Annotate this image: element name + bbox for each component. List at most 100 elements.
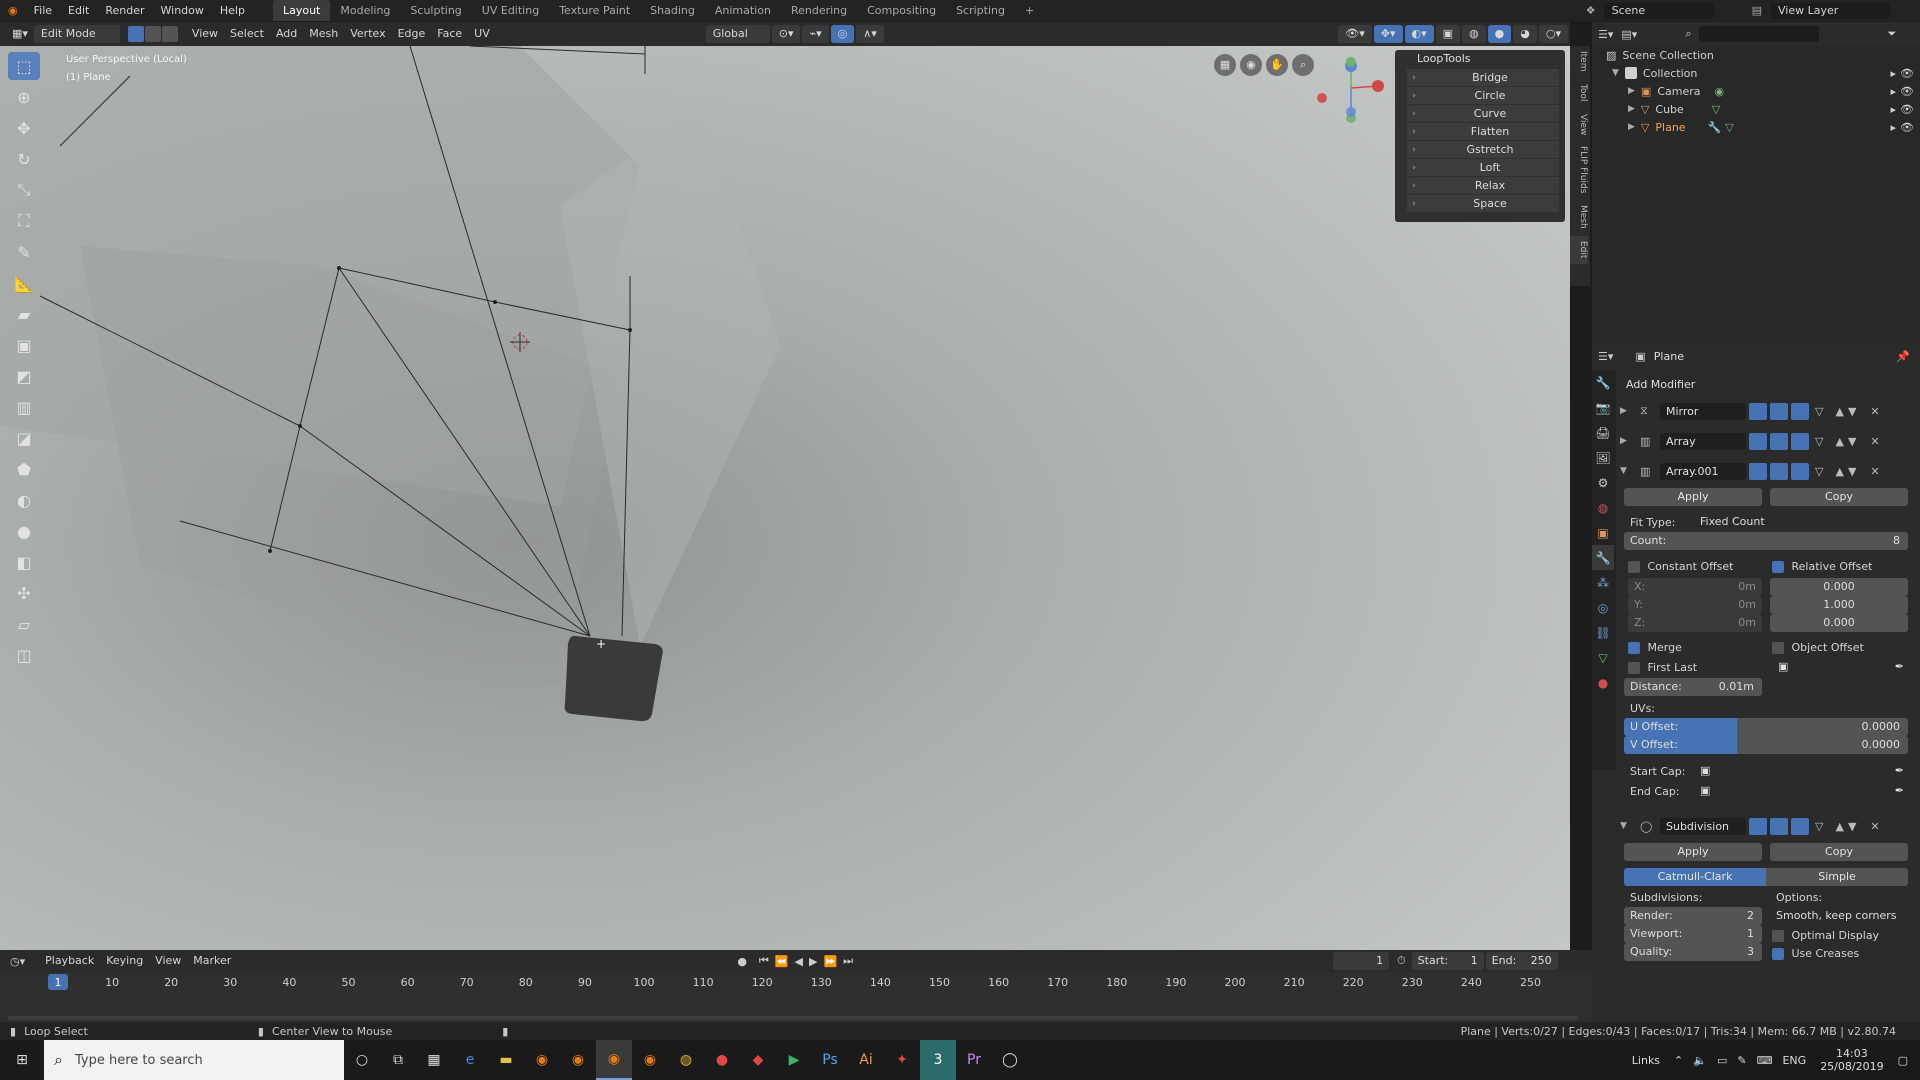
modifier-name-array[interactable]: Array — [1660, 432, 1746, 450]
viewport-toggle-icon[interactable] — [1770, 402, 1788, 420]
transform-tool-icon[interactable]: ⛶ — [8, 207, 40, 235]
relative-offset-z[interactable]: 0.000 — [1770, 614, 1908, 632]
distance-field[interactable]: Distance: 0.01m — [1624, 678, 1762, 696]
face-select-icon[interactable] — [161, 26, 178, 42]
looptools-flatten[interactable]: › Flatten — [1407, 123, 1559, 140]
outliner-item-camera[interactable]: ▶ ▣ Camera ◉ ▸ 👁 — [1592, 82, 1920, 100]
looptools-bridge[interactable]: › Bridge — [1407, 69, 1559, 86]
3d-viewport[interactable]: + User Perspective (Local) (1) Plane ▦ ◉… — [0, 46, 1570, 950]
prev-keyframe-icon[interactable]: ⏪ — [775, 955, 789, 968]
network-icon[interactable]: ▭ — [1717, 1054, 1727, 1067]
move-tool-icon[interactable]: ✥ — [8, 114, 40, 142]
constraints-props-icon[interactable]: ⛓ — [1592, 620, 1614, 645]
falloff-icon[interactable]: ∧▾ — [856, 25, 884, 43]
move-up-icon[interactable]: ▲ — [1835, 820, 1843, 833]
catmull-clark-button[interactable]: Catmull-Clark — [1624, 868, 1766, 886]
menu-mesh[interactable]: Mesh — [303, 25, 344, 43]
substance-icon[interactable]: ✦ — [884, 1040, 920, 1080]
tab-modeling[interactable]: Modeling — [330, 0, 400, 21]
copy-subdivision-button[interactable]: Copy — [1770, 843, 1908, 861]
display-mode-icon[interactable]: ▤▾ — [1621, 28, 1637, 41]
constant-offset-checkbox[interactable]: Constant Offset — [1628, 560, 1734, 573]
blender-app-icon-active[interactable]: ◉ — [596, 1040, 632, 1080]
tab-shading[interactable]: Shading — [640, 0, 705, 21]
volume-icon[interactable]: 🔈 — [1693, 1054, 1707, 1067]
tab-view[interactable]: View — [1570, 110, 1588, 140]
apply-subdivision-button[interactable]: Apply — [1624, 843, 1762, 861]
cursor-tool-icon[interactable]: ⊕ — [8, 83, 40, 111]
move-up-icon[interactable]: ▲ — [1835, 465, 1843, 478]
shear-tool-icon[interactable]: ▱ — [8, 610, 40, 638]
shrink-fatten-tool-icon[interactable]: ✣ — [8, 579, 40, 607]
cage-icon[interactable]: ▽ — [1815, 435, 1823, 448]
bevel-tool-icon[interactable]: ◩ — [8, 362, 40, 390]
menu-vertex[interactable]: Vertex — [344, 25, 391, 43]
collection-checkbox[interactable] — [1624, 67, 1637, 79]
physics-props-icon[interactable]: ◎ — [1592, 595, 1614, 620]
timeline-scrollbar[interactable] — [8, 1016, 1578, 1020]
menu-timeline-view[interactable]: View — [149, 952, 187, 970]
add-modifier-dropdown[interactable]: Add Modifier — [1620, 376, 1916, 394]
notifications-icon[interactable]: ▢ — [1898, 1054, 1908, 1067]
app-red-icon[interactable]: ● — [704, 1040, 740, 1080]
outliner-item-cube[interactable]: ▶ ▽ Cube ▽ ▸ 👁 — [1592, 100, 1920, 118]
editmode-toggle-icon[interactable] — [1749, 817, 1767, 835]
relative-offset-x[interactable]: 0.000 — [1770, 578, 1908, 596]
shading-solid-icon[interactable]: ● — [1487, 25, 1512, 43]
object-props-icon[interactable]: ▣ — [1592, 520, 1614, 545]
menu-uv[interactable]: UV — [468, 25, 496, 43]
tool-settings-icon[interactable]: 🔧 — [1592, 370, 1614, 395]
menu-add[interactable]: Add — [270, 25, 303, 43]
clock[interactable]: 14:03 25/08/2019 — [1820, 1047, 1883, 1073]
output-props-icon[interactable]: 🖨 — [1592, 420, 1614, 445]
eye-icon[interactable]: 👁 — [1900, 85, 1914, 98]
toggle-camera-view-icon[interactable]: ▦ — [1214, 54, 1236, 76]
tab-item[interactable]: Item — [1570, 46, 1588, 76]
shading-rendered-icon[interactable]: ○▾ — [1538, 25, 1568, 43]
editmode-toggle-icon[interactable] — [1749, 402, 1767, 420]
tab-scripting[interactable]: Scripting — [946, 0, 1015, 21]
menu-keying[interactable]: Keying — [100, 952, 149, 970]
eyedropper-icon[interactable]: ✒ — [1895, 782, 1904, 800]
viewport-levels-field[interactable]: Viewport: 1 — [1624, 925, 1762, 943]
blender-app-icon-3[interactable]: ◉ — [632, 1040, 668, 1080]
eyedropper-icon[interactable]: ✒ — [1895, 762, 1904, 780]
eye-icon[interactable]: 👁 — [1900, 67, 1914, 80]
snap-icon[interactable]: ⌁▾ — [802, 25, 829, 43]
viewport-toggle-icon[interactable] — [1770, 817, 1788, 835]
optimal-display-checkbox[interactable]: Optimal Display — [1772, 929, 1879, 942]
merge-checkbox[interactable]: Merge — [1628, 641, 1682, 654]
eyedropper-icon[interactable]: ✒ — [1895, 658, 1904, 676]
viewport-toggle-icon[interactable] — [1770, 432, 1788, 450]
pivot-point-icon[interactable]: ⊙▾ — [771, 25, 801, 43]
render-props-icon[interactable]: 📷 — [1592, 395, 1614, 420]
move-down-icon[interactable]: ▼ — [1848, 435, 1856, 448]
shading-material-icon[interactable]: ◕ — [1513, 25, 1537, 43]
tab-sculpting[interactable]: Sculpting — [400, 0, 471, 21]
windows-start-icon[interactable]: ⊞ — [0, 1040, 44, 1080]
taskbar-links[interactable]: Links — [1632, 1054, 1660, 1067]
view-layer-props-icon[interactable]: 🖼 — [1592, 445, 1614, 470]
chevron-down-icon[interactable]: ▼ — [1612, 68, 1619, 78]
start-frame-field[interactable]: Start: 1 — [1411, 952, 1484, 970]
render-toggle-icon[interactable] — [1791, 432, 1809, 450]
scene-name[interactable]: Scene — [1603, 2, 1714, 19]
u-offset-field[interactable]: U Offset: 0.0000 — [1624, 718, 1908, 736]
first-last-checkbox[interactable]: First Last — [1628, 661, 1697, 674]
outliner-editor-icon[interactable]: ☰▾ — [1598, 28, 1613, 41]
select-box-icon[interactable]: ⬚ — [8, 52, 40, 80]
tab-mesh[interactable]: Mesh — [1570, 200, 1588, 234]
stopwatch-icon[interactable]: ⏱ — [1397, 954, 1406, 968]
editmode-toggle-icon[interactable] — [1749, 462, 1767, 480]
poly-build-tool-icon[interactable]: ⬟ — [8, 455, 40, 483]
obs-icon[interactable]: ◯ — [992, 1040, 1028, 1080]
blender-logo-icon[interactable]: ◉ — [0, 0, 26, 21]
object-offset-checkbox[interactable]: Object Offset — [1772, 641, 1864, 654]
chevron-right-icon[interactable]: ▶ — [1628, 104, 1635, 114]
view-layer-name[interactable]: View Layer — [1770, 2, 1890, 19]
tab-edit[interactable]: Edit — [1570, 236, 1588, 264]
simple-button[interactable]: Simple — [1766, 868, 1908, 886]
loop-cut-tool-icon[interactable]: ▥ — [8, 393, 40, 421]
app-3-icon[interactable]: 3 — [920, 1040, 956, 1080]
relative-offset-checkbox[interactable]: Relative Offset — [1772, 560, 1872, 573]
